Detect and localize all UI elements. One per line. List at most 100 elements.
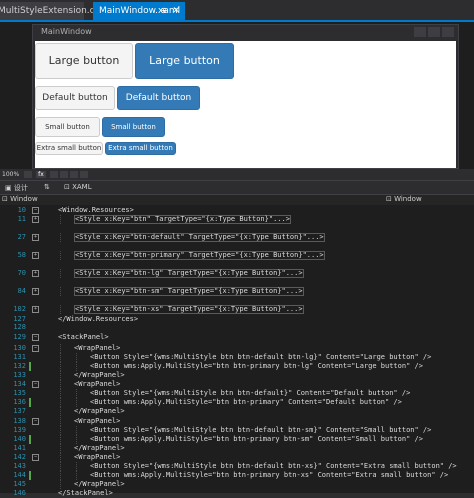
line-number: 58: [17, 251, 26, 259]
code-toggle-icon[interactable]: [80, 171, 88, 178]
indent-guide: [60, 305, 62, 314]
fold-toggle-icon[interactable]: −: [32, 381, 39, 388]
default-default-button[interactable]: Default button: [35, 86, 115, 110]
xaml-editor[interactable]: 10− <Window.Resources> 11 + <Style x:Key="bt…: [0, 205, 474, 497]
code-text: <Style x:Key="btn-default" TargetType="{…: [74, 233, 325, 242]
indent-guide: [76, 389, 78, 398]
xs-primary-button[interactable]: Extra small button: [105, 142, 176, 155]
large-primary-button[interactable]: Large button: [135, 43, 234, 79]
tab-mainwindow[interactable]: MainWindow.xaml ⊕ ✕: [93, 2, 185, 20]
fold-toggle-icon[interactable]: −: [32, 334, 39, 341]
close-icon[interactable]: ✕: [172, 2, 180, 20]
code-line[interactable]: 84 + <Style x:Key="btn-sm" TargetType="{x:…: [0, 287, 474, 296]
code-line[interactable]: 144 <Button wms:Apply.MultiStyle="btn btn…: [0, 471, 474, 480]
code-line[interactable]: 128: [0, 323, 474, 332]
code-line[interactable]: 11 + <Style x:Key="btn" TargetType="{x:Typ…: [0, 215, 474, 224]
xs-default-button[interactable]: Extra small button: [35, 142, 103, 155]
code-line[interactable]: 141 </WrapPanel>: [0, 444, 474, 453]
code-line[interactable]: 134− <WrapPanel>: [0, 380, 474, 389]
line-number: 136: [13, 398, 26, 406]
document-tab-bar: MultiStyleExtension.cs MainWindow.xaml ⊕…: [0, 0, 474, 22]
code-text: <Style x:Key="btn-lg" TargetType="{x:Typ…: [74, 269, 304, 278]
code-line[interactable]: 135 <Button Style="{wms:MultiStyle btn bt…: [0, 389, 474, 398]
code-line[interactable]: 136 <Button wms:Apply.MultiStyle="btn btn…: [0, 398, 474, 407]
code-line[interactable]: 146 </StackPanel>: [0, 489, 474, 498]
fold-toggle-icon[interactable]: +: [32, 252, 39, 259]
window-preview[interactable]: MainWindow Large button Large button Def…: [32, 24, 459, 169]
grid-icon[interactable]: [50, 171, 58, 178]
view-tab-bar: ▣ 设计 ⇅ ⊡ XAML: [0, 180, 474, 195]
code-line[interactable]: 131 <Button Style="{wms:MultiStyle btn bt…: [0, 353, 474, 362]
line-number: 139: [13, 426, 26, 434]
code-line[interactable]: 142− <WrapPanel>: [0, 453, 474, 462]
tab-xaml-label: XAML: [72, 183, 92, 191]
indent-guide: [60, 233, 62, 242]
line-number: 137: [13, 407, 26, 415]
code-line[interactable]: 102 + <Style x:Key="btn-xs" TargetType="{x…: [0, 305, 474, 314]
element-selector-label: Window: [10, 195, 38, 203]
fold-toggle-icon[interactable]: +: [32, 216, 39, 223]
indent-guide: [60, 398, 62, 407]
line-number: 84: [17, 287, 26, 295]
fold-toggle-icon[interactable]: −: [32, 418, 39, 425]
fold-toggle-icon[interactable]: −: [32, 345, 39, 352]
code-line[interactable]: 140 <Button wms:Apply.MultiStyle="btn btn…: [0, 435, 474, 444]
tab-design[interactable]: ▣ 设计: [5, 183, 28, 193]
code-text: <WrapPanel>: [74, 380, 121, 388]
line-number: 146: [13, 489, 26, 497]
large-default-button[interactable]: Large button: [35, 43, 133, 79]
indent-guide: [60, 444, 62, 453]
fold-toggle-icon[interactable]: −: [32, 207, 39, 214]
fold-toggle-icon[interactable]: +: [32, 270, 39, 277]
artboard-icon[interactable]: [70, 171, 78, 178]
code-text: <StackPanel>: [58, 333, 109, 341]
indent-guide: [60, 380, 62, 389]
zoom-dropdown-icon[interactable]: [24, 171, 32, 178]
zoom-level[interactable]: 100%: [2, 171, 19, 178]
line-number: 132: [13, 362, 26, 370]
tab-xaml[interactable]: ⊡ XAML: [64, 183, 92, 191]
line-number: 10: [17, 206, 26, 214]
fold-toggle-icon[interactable]: +: [32, 234, 39, 241]
code-line[interactable]: 137 </WrapPanel>: [0, 407, 474, 416]
default-primary-button[interactable]: Default button: [117, 86, 200, 110]
line-number: 133: [13, 371, 26, 379]
small-primary-button[interactable]: Small button: [102, 117, 165, 137]
indent-guide: [60, 251, 62, 260]
code-line[interactable]: 129− <StackPanel>: [0, 333, 474, 342]
tab-multistyleextension[interactable]: MultiStyleExtension.cs: [0, 2, 99, 20]
code-line[interactable]: 130− <WrapPanel>: [0, 344, 474, 353]
code-text: <WrapPanel>: [74, 344, 121, 352]
swap-panes-icon[interactable]: ⇅: [44, 183, 50, 191]
fold-toggle-icon[interactable]: +: [32, 306, 39, 313]
indent-guide: [60, 215, 62, 224]
indent-guide: [76, 426, 78, 435]
small-default-button[interactable]: Small button: [35, 117, 100, 137]
member-selector[interactable]: ⊡ Window: [386, 195, 422, 203]
indent-guide: [60, 287, 62, 296]
designer-toolbar: 100% fx: [0, 170, 474, 180]
code-line[interactable]: 132 <Button wms:Apply.MultiStyle="btn btn…: [0, 362, 474, 371]
code-line[interactable]: 139 <Button Style="{wms:MultiStyle btn bt…: [0, 426, 474, 435]
code-line[interactable]: 143 <Button Style="{wms:MultiStyle btn bt…: [0, 462, 474, 471]
element-selector[interactable]: ⊡ Window: [2, 195, 38, 203]
designer-surface[interactable]: MainWindow Large button Large button Def…: [0, 22, 474, 169]
effects-button[interactable]: fx: [36, 171, 46, 178]
code-line[interactable]: 27 + <Style x:Key="btn-default" TargetType…: [0, 233, 474, 242]
code-text: </WrapPanel>: [74, 480, 125, 488]
fold-toggle-icon[interactable]: −: [32, 454, 39, 461]
tab-label: MainWindow.xaml: [99, 6, 181, 16]
code-line[interactable]: 58 + <Style x:Key="btn-primary" TargetType…: [0, 251, 474, 260]
pin-icon[interactable]: ⊕: [160, 2, 167, 20]
line-number: 134: [13, 380, 26, 388]
code-line[interactable]: 133 </WrapPanel>: [0, 371, 474, 380]
code-line[interactable]: 10− <Window.Resources>: [0, 206, 474, 215]
code-text: <Window.Resources>: [58, 206, 134, 214]
code-line[interactable]: 145 </WrapPanel>: [0, 480, 474, 489]
code-line[interactable]: 138− <WrapPanel>: [0, 417, 474, 426]
indent-guide: [76, 462, 78, 471]
code-line[interactable]: 70 + <Style x:Key="btn-lg" TargetType="{x:…: [0, 269, 474, 278]
line-number: 102: [13, 305, 26, 313]
snap-icon[interactable]: [60, 171, 68, 178]
fold-toggle-icon[interactable]: +: [32, 288, 39, 295]
